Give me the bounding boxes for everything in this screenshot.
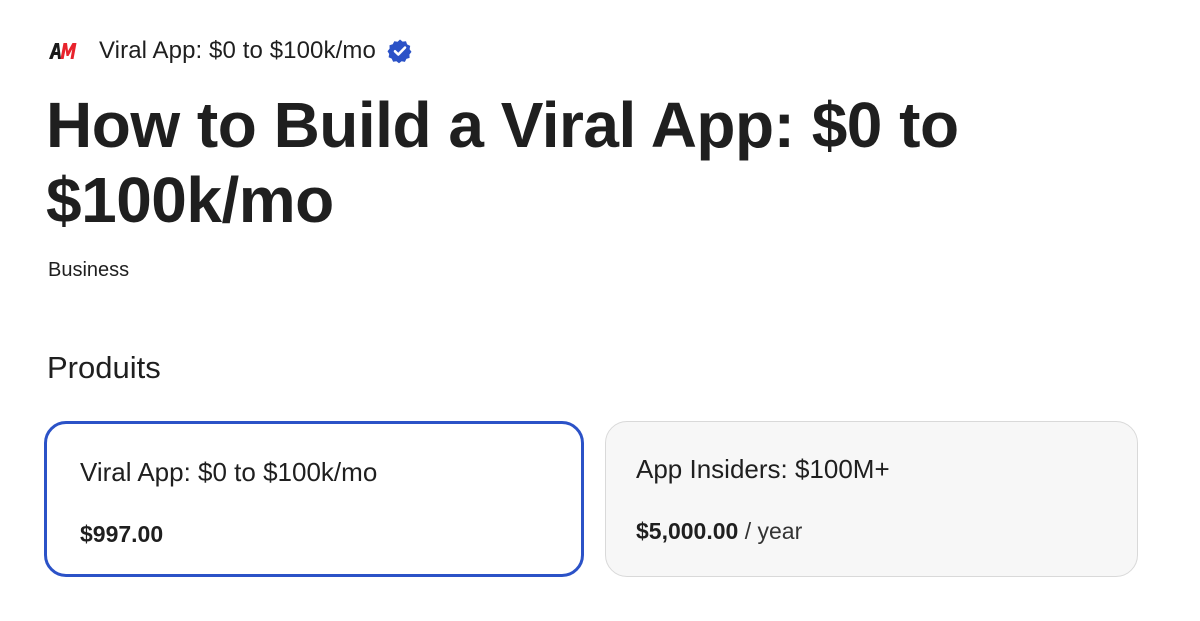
products-heading: Produits <box>47 350 161 385</box>
price-amount: $5,000.00 <box>636 518 739 544</box>
product-price: $997.00 <box>80 521 163 548</box>
store-header: Viral App: $0 to $100k/mo <box>48 34 413 68</box>
verified-badge-icon <box>387 38 413 64</box>
product-card-viral-app[interactable]: Viral App: $0 to $100k/mo $997.00 <box>44 421 584 577</box>
price-amount: $997.00 <box>80 521 164 547</box>
store-name[interactable]: Viral App: $0 to $100k/mo <box>99 37 376 65</box>
product-name: Viral App: $0 to $100k/mo <box>80 457 378 487</box>
product-card-app-insiders[interactable]: App Insiders: $100M+ $5,000.00 / year <box>605 421 1138 577</box>
category-label: Business <box>48 259 130 281</box>
price-period: / year <box>744 518 803 544</box>
store-logo[interactable] <box>48 41 80 61</box>
product-name: App Insiders: $100M+ <box>636 454 890 484</box>
page-title: How to Build a Viral App: $0 to $100k/mo <box>46 89 959 236</box>
product-price: $5,000.00 / year <box>636 518 802 545</box>
